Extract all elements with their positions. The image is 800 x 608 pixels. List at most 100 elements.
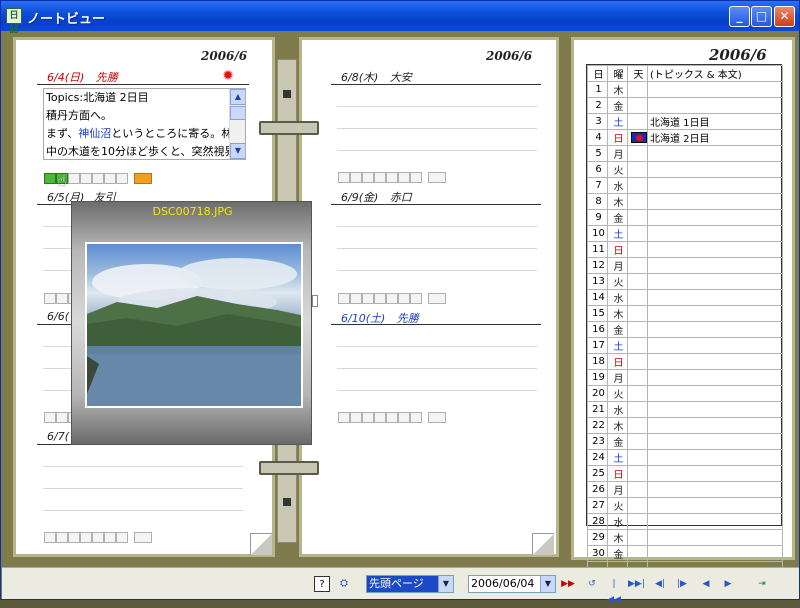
calendar-row[interactable]: 12 月 <box>587 257 783 274</box>
go-date-icon[interactable]: ▶▶ <box>560 576 576 592</box>
calendar-topic <box>647 305 783 322</box>
photo-slot[interactable] <box>104 173 116 184</box>
calendar-row[interactable]: 18 日 <box>587 353 783 370</box>
calendar-topic <box>647 433 783 450</box>
page-select[interactable]: 先頭ページ ▼ <box>366 575 454 593</box>
topics-highlight: 神仙沼 <box>78 127 112 140</box>
photo-slots-6-8 <box>338 168 446 183</box>
calendar-weather <box>627 81 648 98</box>
prev-page-icon[interactable]: ◀| <box>652 576 668 592</box>
calendar-row[interactable]: 6火 <box>587 161 783 178</box>
page-curl-right[interactable] <box>532 533 554 555</box>
calendar-row[interactable]: 1木 <box>587 81 783 98</box>
photo-filename: DSC00718.JPG <box>152 205 233 218</box>
photo-slot[interactable] <box>68 173 80 184</box>
ruled-line <box>337 106 537 107</box>
scroll-up-icon[interactable]: ▲ <box>230 89 245 105</box>
photo-thumbnail[interactable] <box>85 242 303 408</box>
topics-textbox[interactable]: Topics:北海道 2日目 積丹方面へ。 まず、神仙沼というところに寄る。林の… <box>43 88 246 160</box>
calendar-day: 4 <box>587 129 608 146</box>
calendar-day: 18 <box>587 353 608 370</box>
return-icon[interactable]: ↺ <box>584 576 600 592</box>
calendar-row[interactable]: 3 土 北海道 1日目 <box>587 113 783 130</box>
minimize-button[interactable]: _ <box>729 6 750 27</box>
calendar-row[interactable]: 17 土 <box>587 337 783 354</box>
calendar-weekday: 月 <box>607 369 628 386</box>
calendar-day: 2 <box>587 97 608 114</box>
calendar-row[interactable]: 30 金 <box>587 545 783 562</box>
calendar-row[interactable]: 16 金 <box>587 321 783 338</box>
scroll-thumb[interactable] <box>230 106 245 120</box>
day-heading-6-4[interactable]: 6/4(日) 先勝 <box>47 69 118 84</box>
calendar-row[interactable]: 22 木 <box>587 417 783 434</box>
calendar-row[interactable]: 19 月 <box>587 369 783 386</box>
calendar-row[interactable]: 13 火 <box>587 273 783 290</box>
book-icon[interactable]: ⛭ <box>336 576 352 592</box>
next-page-icon[interactable]: |▶ <box>674 576 690 592</box>
day-heading-6-7[interactable]: 6/7( <box>47 430 69 444</box>
attachment-slot[interactable] <box>134 173 152 184</box>
calendar-day: 8 <box>587 193 608 210</box>
calendar-weekday: 日 <box>607 353 628 370</box>
page-curl-left[interactable] <box>250 533 272 555</box>
calendar-topic <box>647 145 783 162</box>
calendar-row[interactable]: 9金 <box>587 209 783 226</box>
binder-ring-bottom <box>259 461 319 475</box>
calendar-topic <box>647 289 783 306</box>
calendar-row[interactable]: 2金 <box>587 97 783 114</box>
help-icon[interactable]: ? <box>314 576 330 592</box>
first-page-icon[interactable]: |◀◀ <box>606 576 622 605</box>
calendar-row[interactable]: 14 水 <box>587 289 783 306</box>
calendar-row[interactable]: 25 日 <box>587 465 783 482</box>
calendar-row[interactable]: 4 日 北海道 2日目 <box>587 129 783 146</box>
calendar-row[interactable]: 27 火 <box>587 497 783 514</box>
chevron-down-icon[interactable]: ▼ <box>438 576 453 592</box>
title-bar[interactable]: 日記 ノートビュー _ □ ✕ <box>1 1 799 35</box>
calendar-row[interactable]: 29 木 <box>587 529 783 546</box>
day-heading-6-9[interactable]: 6/9(金) 赤口 <box>341 189 412 204</box>
next-icon[interactable]: ▶ <box>720 576 736 592</box>
fast-forward-icon[interactable]: ▶▶| <box>628 576 645 592</box>
calendar-row[interactable]: 10 土 <box>587 225 783 242</box>
close-button[interactable]: ✕ <box>774 6 795 27</box>
calendar-row[interactable]: 28 水 <box>587 513 783 530</box>
day-heading-6-10[interactable]: 6/10(土) 先勝 <box>341 310 419 325</box>
calendar-row[interactable]: 23 金 <box>587 433 783 450</box>
day-heading-6-6[interactable]: 6/6( <box>47 310 69 324</box>
calendar-row[interactable]: 11 日 <box>587 241 783 258</box>
calendar-weekday: 木 <box>607 305 628 322</box>
maximize-button[interactable]: □ <box>751 6 772 27</box>
calendar-topic <box>647 353 783 370</box>
topics-scrollbar[interactable]: ▲ ▼ <box>229 89 245 159</box>
calendar-topic: 北海道 2日目 <box>647 129 783 146</box>
chevron-down-icon[interactable]: ▼ <box>540 576 555 592</box>
prev-icon[interactable]: ◀ <box>698 576 714 592</box>
calendar-topic <box>647 81 783 98</box>
calendar-row[interactable]: 24 土 <box>587 449 783 466</box>
calendar-row[interactable]: 7水 <box>587 177 783 194</box>
calendar-row[interactable]: 26 月 <box>587 481 783 498</box>
photo-slot[interactable] <box>116 173 128 184</box>
scroll-down-icon[interactable]: ▼ <box>230 143 245 159</box>
calendar-row[interactable]: 15 木 <box>587 305 783 322</box>
day-heading-6-8[interactable]: 6/8(木) 大安 <box>341 69 412 84</box>
ruled-line <box>337 368 537 369</box>
day-underline <box>331 324 541 325</box>
calendar-row[interactable]: 21 水 <box>587 401 783 418</box>
date-select[interactable]: 2006/06/04 ▼ <box>468 575 556 593</box>
calendar-topic <box>647 385 783 402</box>
photo-slot-filled[interactable] <box>44 173 56 184</box>
calendar-row[interactable]: 20 火 <box>587 385 783 402</box>
calendar-topic <box>647 417 783 434</box>
calendar-day: 29 <box>587 529 608 546</box>
calendar-topic <box>647 401 783 418</box>
exit-icon[interactable]: ⇥ <box>754 576 770 592</box>
month-calendar-table: 日 曜 天 (トピックス & 本文) 1 木 2 金 3 土北海道 1日目 4 日北海道 2日… <box>586 64 783 591</box>
calendar-row[interactable]: 8木 <box>587 193 783 210</box>
photo-slot[interactable] <box>92 173 104 184</box>
photo-slot[interactable] <box>80 173 92 184</box>
photo-preview-popup[interactable]: DSC00718.JPG <box>71 201 312 445</box>
calendar-row[interactable]: 5月 <box>587 145 783 162</box>
topics-line: Topics:北海道 2日目 <box>46 91 149 104</box>
calendar-weather <box>627 417 648 434</box>
